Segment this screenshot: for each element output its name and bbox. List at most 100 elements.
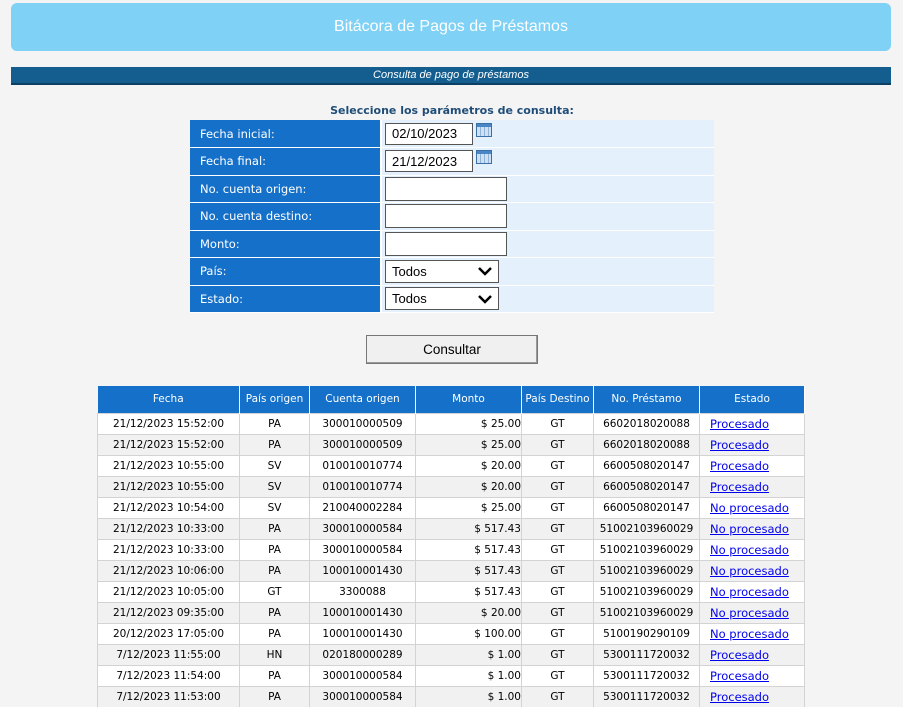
col-header-pais-destino: País Destino (521, 386, 594, 413)
cell-no-prestamo: 5300111720032 (593, 643, 700, 666)
cell-monto: $ 517.43 (415, 580, 522, 603)
cell-fecha: 21/12/2023 10:33:00 (97, 517, 240, 540)
cell-fecha: 21/12/2023 15:52:00 (97, 412, 240, 435)
estado-link[interactable]: Procesado (710, 459, 769, 473)
table-row: 21/12/2023 10:54:00 SV 210040002284 $ 25.00… (97, 496, 805, 519)
cell-pais-origen: PA (239, 664, 310, 687)
estado-link[interactable]: No procesado (710, 585, 789, 599)
cell-cuenta-origen: 210040002284 (309, 496, 416, 519)
cell-estado: Procesado (699, 685, 805, 707)
estado-select[interactable]: Todos (385, 287, 499, 311)
cell-monto: $ 1.00 (415, 643, 522, 666)
cell-estado: No procesado (699, 601, 805, 624)
cell-fecha: 21/12/2023 10:06:00 (97, 559, 240, 582)
table-row: 21/12/2023 10:33:00 PA 300010000584 $ 517.4… (97, 517, 805, 540)
cell-estado: No procesado (699, 559, 805, 582)
estado-link[interactable]: No procesado (710, 606, 789, 620)
estado-link[interactable]: No procesado (710, 501, 789, 515)
cell-cuenta-origen: 300010000509 (309, 433, 416, 456)
cell-cuenta-origen: 300010000584 (309, 664, 416, 687)
cuenta-destino-input[interactable] (385, 204, 507, 229)
cell-no-prestamo: 51002103960029 (593, 538, 700, 561)
estado-link[interactable]: No procesado (710, 564, 789, 578)
estado-link[interactable]: No procesado (710, 627, 789, 641)
table-row: 21/12/2023 10:05:00 GT 3300088 $ 517.43 GT 51… (97, 580, 805, 603)
results-header-row: Fecha País origen Cuenta origen Monto Pa… (97, 386, 805, 413)
cell-pais-origen: PA (239, 412, 310, 435)
estado-link[interactable]: Procesado (710, 648, 769, 662)
cell-cuenta-origen: 100010001430 (309, 601, 416, 624)
table-row: 20/12/2023 17:05:00 PA 100010001430 $ 100.0… (97, 622, 805, 645)
table-row: 21/12/2023 10:55:00 SV 010010010774 $ 20.00… (97, 475, 805, 498)
cell-pais-destino: GT (521, 559, 594, 582)
monto-label: Monto: (190, 230, 382, 258)
calendar-icon[interactable] (476, 122, 492, 137)
estado-link[interactable]: Procesado (710, 669, 769, 683)
params-caption: Seleccione los parámetros de consulta: (330, 104, 574, 117)
cell-estado: Procesado (699, 433, 805, 456)
cell-no-prestamo: 6600508020147 (593, 496, 700, 519)
estado-link[interactable]: Procesado (710, 417, 769, 431)
cell-fecha: 7/12/2023 11:54:00 (97, 664, 240, 687)
cell-cuenta-origen: 100010001430 (309, 622, 416, 645)
table-row: 21/12/2023 09:35:00 PA 100010001430 $ 20.00… (97, 601, 805, 624)
cell-monto: $ 1.00 (415, 685, 522, 707)
col-header-estado: Estado (699, 386, 805, 413)
estado-label: Estado: (190, 285, 382, 313)
cell-no-prestamo: 6602018020088 (593, 433, 700, 456)
cell-pais-origen: PA (239, 433, 310, 456)
col-header-cuenta-origen: Cuenta origen (309, 386, 416, 413)
cell-estado: Procesado (699, 412, 805, 435)
estado-link[interactable]: Procesado (710, 480, 769, 494)
cell-cuenta-origen: 300010000584 (309, 685, 416, 707)
fecha-inicial-input[interactable]: 02/10/2023 (385, 122, 473, 145)
cuenta-origen-input[interactable] (385, 176, 507, 201)
calendar-icon[interactable] (476, 150, 492, 165)
estado-link[interactable]: Procesado (710, 690, 769, 704)
cell-estado: No procesado (699, 517, 805, 540)
cell-cuenta-origen: 010010010774 (309, 454, 416, 477)
cell-cuenta-origen: 300010000509 (309, 412, 416, 435)
section-title: Consulta de pago de préstamos (373, 69, 529, 81)
cell-fecha: 21/12/2023 10:55:00 (97, 454, 240, 477)
cell-cuenta-origen: 100010001430 (309, 559, 416, 582)
table-row: 7/12/2023 11:54:00 PA 300010000584 $ 1.00 GT… (97, 664, 805, 687)
consultar-button[interactable]: Consultar (366, 335, 538, 364)
monto-input[interactable] (385, 231, 507, 256)
cell-pais-destino: GT (521, 601, 594, 624)
cell-cuenta-origen: 300010000584 (309, 538, 416, 561)
cell-monto: $ 25.00 (415, 496, 522, 519)
cell-pais-destino: GT (521, 454, 594, 477)
fecha-final-label: Fecha final: (190, 147, 382, 176)
cell-pais-origen: PA (239, 685, 310, 707)
cell-estado: Procesado (699, 475, 805, 498)
fecha-final-input[interactable]: 21/12/2023 (385, 150, 473, 173)
chevron-down-icon (478, 294, 492, 304)
cell-estado: Procesado (699, 664, 805, 687)
cell-pais-destino: GT (521, 538, 594, 561)
estado-link[interactable]: No procesado (710, 543, 789, 557)
cell-no-prestamo: 51002103960029 (593, 580, 700, 603)
cell-monto: $ 25.00 (415, 433, 522, 456)
cell-pais-origen: PA (239, 517, 310, 540)
query-form: Fecha inicial: 02/10/2023 Fecha final: 2… (190, 120, 714, 313)
cell-fecha: 20/12/2023 17:05:00 (97, 622, 240, 645)
estado-link[interactable]: No procesado (710, 522, 789, 536)
cell-cuenta-origen: 020180000289 (309, 643, 416, 666)
cell-no-prestamo: 6600508020147 (593, 454, 700, 477)
cell-pais-origen: SV (239, 475, 310, 498)
cell-monto: $ 100.00 (415, 622, 522, 645)
estado-link[interactable]: Procesado (710, 438, 769, 452)
cell-monto: $ 517.43 (415, 538, 522, 561)
pais-select[interactable]: Todos (385, 259, 499, 283)
col-header-fecha: Fecha (97, 386, 240, 413)
cell-pais-destino: GT (521, 664, 594, 687)
cell-fecha: 21/12/2023 10:55:00 (97, 475, 240, 498)
cell-no-prestamo: 5100190290109 (593, 622, 700, 645)
cell-fecha: 21/12/2023 10:33:00 (97, 538, 240, 561)
cell-pais-destino: GT (521, 685, 594, 707)
cell-no-prestamo: 6600508020147 (593, 475, 700, 498)
table-row: 21/12/2023 15:52:00 PA 300010000509 $ 25.00… (97, 412, 805, 435)
cell-pais-origen: SV (239, 496, 310, 519)
cell-estado: No procesado (699, 496, 805, 519)
